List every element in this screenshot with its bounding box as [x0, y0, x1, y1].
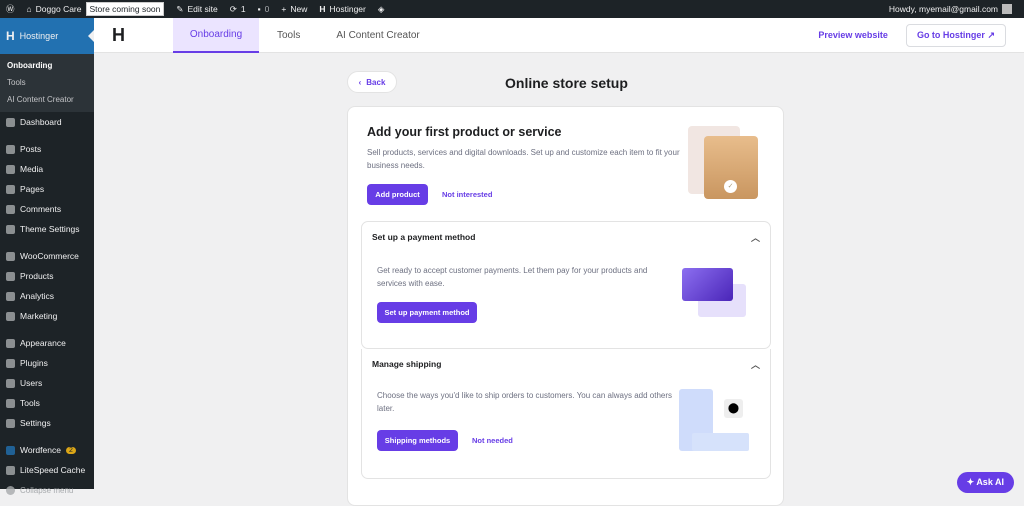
sidebar-item-woocommerce[interactable]: WooCommerce	[0, 246, 94, 266]
sidebar-item-dashboard[interactable]: Dashboard	[0, 112, 94, 132]
hostinger-logo-icon: H	[112, 25, 125, 45]
litespeed-icon	[6, 465, 15, 475]
sidebar-item-appearance[interactable]: Appearance	[0, 333, 94, 353]
notification-badge: 2	[65, 446, 76, 454]
sidebar-item-wordfence[interactable]: Wordfence 2	[0, 440, 94, 460]
media-icon	[6, 164, 15, 174]
sidebar-item-posts[interactable]: Posts	[0, 139, 94, 159]
location-pin-icon: ⬤	[724, 399, 743, 418]
plugin-topnav: H Onboarding Tools AI Content Creator Pr…	[94, 17, 1024, 53]
megaphone-icon	[6, 311, 15, 321]
updates-link[interactable]: ⟳ 1	[224, 0, 252, 18]
collapse-icon	[6, 485, 15, 495]
store-status-badge: Store coming soon	[85, 2, 165, 16]
chart-icon	[6, 291, 15, 301]
sidebar-item-plugins[interactable]: Plugins	[0, 353, 94, 373]
pages-icon	[6, 184, 15, 194]
sidebar-item-media[interactable]: Media	[0, 159, 94, 179]
submenu-onboarding[interactable]: Onboarding	[0, 57, 94, 74]
product-description: Sell products, services and digital down…	[367, 148, 680, 170]
payment-description: Get ready to accept customer payments. L…	[377, 266, 648, 288]
sidebar-item-tools[interactable]: Tools	[0, 393, 94, 413]
shipping-accordion: Manage shipping ︿ Choose the ways you'd l…	[361, 349, 771, 479]
wordfence-icon	[6, 445, 15, 455]
sparkle-icon: ✦	[966, 477, 975, 487]
account-menu[interactable]: Howdy, myemail@gmail.com	[889, 4, 1024, 14]
back-button[interactable]: ‹ Back	[347, 71, 397, 93]
plus-icon: +	[281, 4, 287, 14]
sidebar-item-comments[interactable]: Comments	[0, 199, 94, 219]
sidebar-item-settings[interactable]: Settings	[0, 413, 94, 433]
pin-icon	[6, 144, 15, 154]
check-icon: ✓	[724, 180, 737, 193]
refresh-icon: ⟳	[229, 3, 237, 14]
chevron-up-icon: ︿	[750, 359, 760, 370]
go-to-hostinger-button[interactable]: Go to Hostinger ↗	[905, 23, 1006, 47]
setup-card: Add your first product or service Sell p…	[347, 106, 784, 506]
dashboard-icon	[6, 117, 15, 127]
comments-link[interactable]: ▪ 0	[252, 0, 276, 18]
sidebar-item-theme-settings[interactable]: Theme Settings	[0, 219, 94, 239]
diamond-icon[interactable]: ◈	[372, 0, 391, 18]
hostinger-icon: H	[6, 29, 15, 43]
page-title: Online store setup	[505, 75, 628, 91]
tab-onboarding[interactable]: Onboarding	[173, 17, 259, 53]
sidebar-item-pages[interactable]: Pages	[0, 179, 94, 199]
comment-icon	[6, 204, 15, 214]
new-link[interactable]: + New	[275, 0, 313, 18]
avatar	[1002, 4, 1012, 14]
woocommerce-icon	[6, 251, 15, 261]
wrench-icon	[6, 398, 15, 408]
shipping-description: Choose the ways you'd like to ship order…	[377, 391, 673, 413]
sidebar-item-analytics[interactable]: Analytics	[0, 286, 94, 306]
set-up-payment-method-button[interactable]: Set up payment method	[377, 302, 477, 323]
chevron-left-icon: ‹	[358, 77, 362, 87]
users-icon	[6, 378, 15, 388]
wordpress-logo-icon[interactable]: Ⓦ	[0, 0, 21, 18]
sidebar-item-marketing[interactable]: Marketing	[0, 306, 94, 326]
chevron-up-icon: ︿	[750, 232, 760, 243]
appearance-icon	[6, 338, 15, 348]
payment-accordion: Set up a payment method ︿ Get ready to ac…	[361, 221, 771, 349]
sidebar-item-hostinger[interactable]: H Hostinger	[0, 18, 94, 54]
brush-icon: ✎	[176, 3, 184, 14]
payment-accordion-header[interactable]: Set up a payment method ︿	[362, 222, 770, 252]
product-title: Add your first product or service	[367, 125, 562, 139]
comment-icon: ▪	[257, 4, 261, 14]
hostinger-icon: H	[319, 4, 326, 14]
preview-website-link[interactable]: Preview website	[818, 30, 888, 40]
edit-site-link[interactable]: ✎ Edit site	[170, 0, 223, 18]
not-needed-link[interactable]: Not needed	[472, 436, 513, 445]
tab-tools[interactable]: Tools	[259, 18, 318, 53]
tab-ai-content-creator[interactable]: AI Content Creator	[318, 18, 437, 53]
submenu-ai-content-creator[interactable]: AI Content Creator	[0, 91, 94, 108]
sidebar-item-litespeed-cache[interactable]: LiteSpeed Cache	[0, 460, 94, 480]
truck-illustration	[692, 433, 749, 451]
credit-card-icon	[682, 268, 733, 301]
sidebar-item-products[interactable]: Products	[0, 266, 94, 286]
admin-sidebar: H Hostinger Onboarding Tools AI Content C…	[0, 18, 94, 495]
settings-icon	[6, 418, 15, 428]
product-illustration-photo: ✓	[704, 136, 758, 199]
brush-icon	[6, 224, 15, 234]
not-interested-link[interactable]: Not interested	[442, 190, 492, 199]
home-icon: ⌂	[26, 4, 32, 14]
admin-bar: Ⓦ ⌂ Doggo Care Store coming soon ✎ Edit sit…	[0, 0, 1024, 18]
shipping-accordion-header[interactable]: Manage shipping ︿	[362, 349, 770, 379]
add-product-button[interactable]: Add product	[367, 184, 428, 205]
submenu-tools[interactable]: Tools	[0, 74, 94, 91]
hostinger-link[interactable]: H Hostinger	[313, 0, 372, 18]
collapse-menu-button[interactable]: Collapse menu	[0, 480, 94, 500]
site-name-link[interactable]: ⌂ Doggo Care Store coming soon	[21, 0, 171, 18]
sidebar-item-users[interactable]: Users	[0, 373, 94, 393]
archive-icon	[6, 271, 15, 281]
plugin-icon	[6, 358, 15, 368]
external-link-icon: ↗	[987, 29, 995, 40]
shipping-methods-button[interactable]: Shipping methods	[377, 430, 458, 451]
ask-ai-button[interactable]: ✦ Ask AI	[956, 472, 1014, 493]
